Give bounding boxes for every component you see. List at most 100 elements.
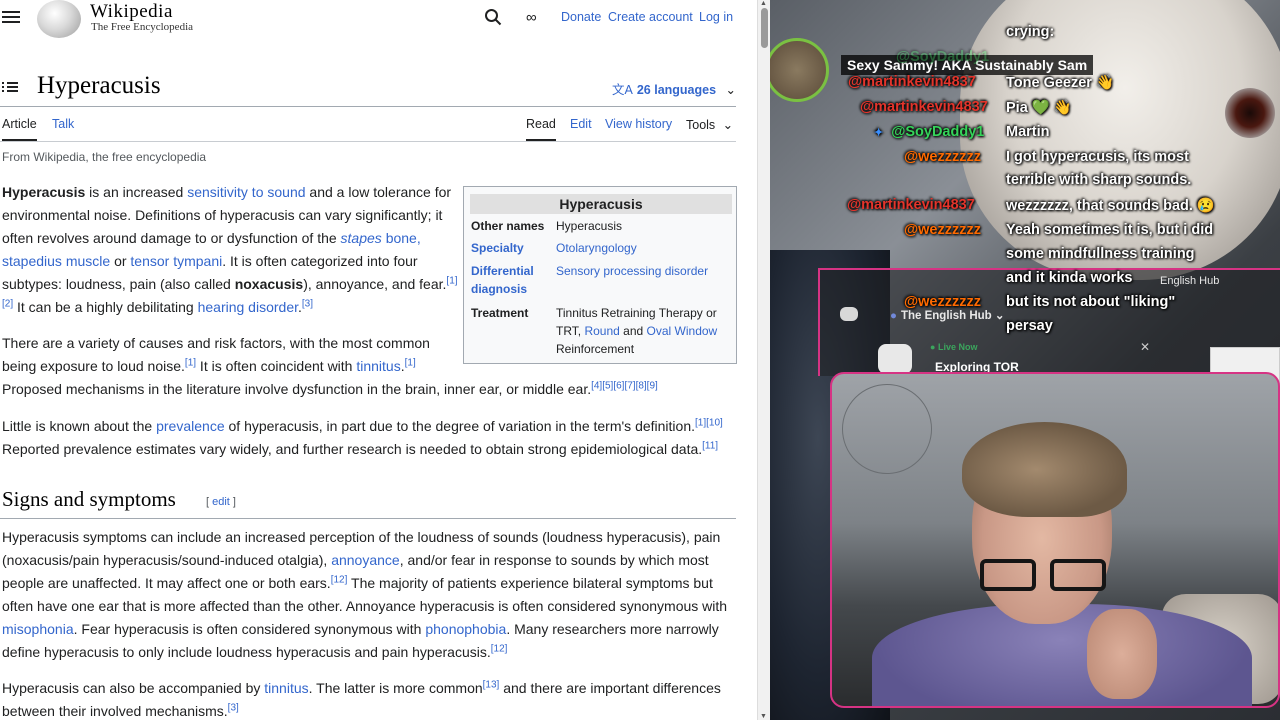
scrollbar-thumb[interactable] [761, 8, 768, 48]
chat-line: wezzzzzz, that sounds bad. 😢 [1006, 198, 1215, 214]
text: There are a variety of causes and risk f… [2, 335, 430, 351]
close-icon[interactable]: ✕ [1140, 340, 1150, 354]
text: or [114, 253, 127, 269]
infobox-key-link[interactable]: Specialty [471, 239, 524, 257]
link-annoyance[interactable]: annoyance [331, 552, 400, 568]
streamer-avatar [770, 38, 829, 102]
text: people are unaffected. It may affect one… [2, 575, 331, 591]
chat-username: @wezzzzzz [904, 294, 981, 310]
chevron-down-icon: ⌄ [725, 83, 737, 97]
line: misophonia. Fear hyperacusis is often co… [2, 618, 742, 641]
server-icon: ● [890, 310, 897, 322]
link-prevalence[interactable]: prevalence [156, 418, 225, 434]
search-icon[interactable] [484, 8, 502, 26]
citation[interactable]: [1] [405, 357, 416, 368]
tab-view-history[interactable]: View history [605, 117, 672, 131]
citation[interactable]: [1][10] [695, 417, 723, 428]
chevron-down-icon: ⌄ [722, 118, 734, 132]
login-link[interactable]: Log in [699, 10, 733, 24]
link-tensor-tympani[interactable]: tensor tympani [130, 253, 222, 269]
text: define hyperacusis to only include loudn… [2, 644, 491, 660]
scroll-up-icon[interactable]: ▲ [760, 0, 767, 7]
infobox-key: Treatment [471, 306, 529, 320]
tab-talk[interactable]: Talk [52, 117, 74, 131]
infobox-key-link[interactable]: Differential diagnosis [471, 262, 551, 298]
intro-paragraph-3: Little is known about the prevalence of … [2, 415, 742, 461]
tagline: From Wikipedia, the free encyclopedia [2, 150, 207, 164]
tab-tools[interactable]: Tools ⌄ [686, 117, 733, 132]
appearance-icon[interactable]: ∞ [526, 9, 537, 26]
chat-username: @martinkevin4837 [847, 197, 975, 213]
link-tinnitus[interactable]: tinnitus [356, 358, 400, 374]
server-name-text: The English Hub [900, 310, 992, 322]
stream-overlay: Sexy Sammy! AKA Sustainably Sam crying: … [770, 0, 1280, 720]
link-stapes[interactable]: stapes [341, 230, 382, 246]
create-account-link[interactable]: Create account [608, 10, 693, 24]
wikipedia-globe-logo[interactable] [37, 0, 81, 38]
citation[interactable]: [1] [185, 357, 196, 368]
page-scrollbar[interactable]: ▲ ▼ [757, 0, 770, 720]
text: . It is often categorized [222, 253, 364, 269]
text: Reinforcement [556, 342, 635, 356]
chat-username: @martinkevin4837 [860, 99, 988, 115]
chat-line: Yeah sometimes it is, but i did [1006, 222, 1214, 238]
link-round[interactable]: Round [584, 324, 619, 338]
citation[interactable]: [12] [331, 574, 348, 585]
chat-line: crying: [1006, 24, 1055, 40]
chat-username: @wezzzzzz [904, 222, 981, 238]
link-tinnitus[interactable]: tinnitus [264, 680, 308, 696]
title-divider [0, 106, 736, 107]
infobox-key: Other names [471, 219, 545, 233]
section-edit-link[interactable]: [ edit ] [206, 496, 236, 508]
languages-label: 26 languages [636, 83, 717, 97]
line: (noxacusis/pain hyperacusis/sound-induce… [2, 549, 742, 572]
text: Reported prevalence estimates vary widel… [2, 441, 703, 457]
section-heading: Signs and symptoms [2, 487, 176, 511]
section-paragraph-1: Hyperacusis symptoms can include an incr… [2, 526, 742, 664]
infobox-link-otolaryngology[interactable]: Otolaryngology [556, 239, 637, 257]
intro-paragraph-2: There are a variety of causes and risk f… [2, 335, 430, 374]
text: and fear. [391, 276, 447, 292]
bold-noxacusis: noxacusis [234, 276, 304, 292]
link-sensitivity-to-sound[interactable]: sensitivity to sound [187, 184, 305, 200]
donate-link[interactable]: Donate [561, 10, 601, 24]
tab-read[interactable]: Read [526, 117, 556, 141]
cow-eye-image [1225, 88, 1275, 138]
wikipedia-wordmark[interactable]: Wikipedia [90, 1, 173, 23]
section-paragraph-2: Hyperacusis can also be accompanied by t… [2, 677, 742, 720]
line: Hyperacusis can also be accompanied by t… [2, 677, 742, 700]
link-bone[interactable]: bone, [386, 230, 421, 246]
tab-edit[interactable]: Edit [570, 117, 592, 131]
link-misophonia[interactable]: misophonia [2, 621, 74, 637]
citation[interactable]: [12] [491, 643, 508, 654]
text: and there are important differences [499, 680, 721, 696]
citation[interactable]: [3] [302, 298, 313, 309]
chat-username: @SoyDaddy1 [896, 49, 990, 65]
person-hair [962, 422, 1127, 517]
link-oval-window[interactable]: Oval Window [647, 324, 718, 338]
text: Little is known about the [2, 418, 153, 434]
text: and [619, 324, 647, 338]
link-hearing-disorder[interactable]: hearing disorder [198, 299, 298, 315]
main-menu-icon[interactable] [2, 8, 20, 24]
chat-line: some mindfullness training [1006, 246, 1195, 262]
table-of-contents-icon[interactable] [2, 80, 18, 94]
live-indicator: ● Live Now [930, 342, 977, 352]
citation[interactable]: [11] [702, 440, 718, 451]
webcam-frame [830, 372, 1280, 708]
citation[interactable]: [13] [483, 679, 500, 690]
languages-button[interactable]: 文A 26 languages ⌄ [612, 79, 736, 98]
citation[interactable]: [3] [228, 702, 239, 713]
scroll-down-icon[interactable]: ▼ [760, 713, 767, 720]
link-phonophobia[interactable]: phonophobia [425, 621, 506, 637]
text: The majority of patients experience bila… [347, 575, 713, 591]
link-stapedius-muscle[interactable]: stapedius muscle [2, 253, 110, 269]
line: define hyperacusis to only include loudn… [2, 641, 742, 664]
tab-article[interactable]: Article [2, 117, 37, 141]
text: It can be a highly debilitating [13, 299, 194, 315]
citation[interactable]: [4][5][6][7][8][9] [591, 380, 658, 391]
infobox-title: Hyperacusis [470, 194, 732, 214]
infobox-link-sensory-processing[interactable]: Sensory processing disorder [556, 262, 708, 280]
edit-label[interactable]: edit [212, 496, 230, 508]
intro-paragraph-2b: Proposed mechanisms in the literature in… [2, 378, 742, 401]
